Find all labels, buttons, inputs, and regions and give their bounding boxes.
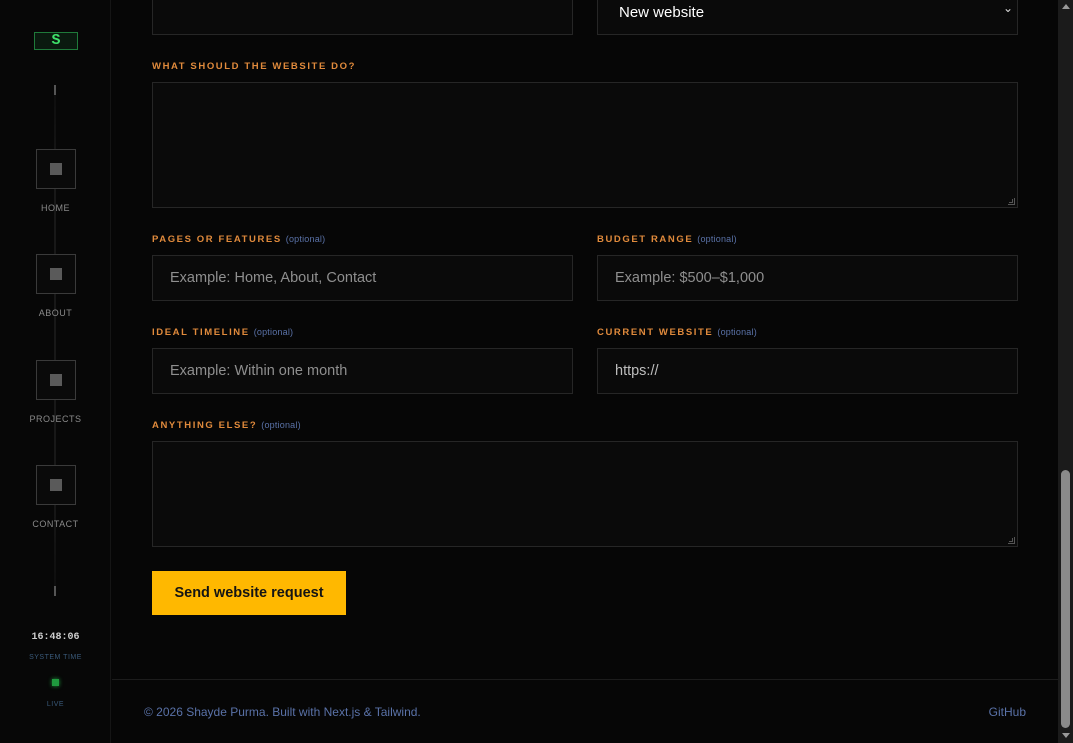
resize-handle-icon[interactable]: [1008, 198, 1015, 205]
budget-label: BUDGET RANGE (optional): [597, 234, 737, 245]
scrollbar[interactable]: [1058, 0, 1073, 743]
anything-else-textarea[interactable]: [152, 441, 1018, 547]
budget-input[interactable]: Example: $500–$1,000: [597, 255, 1018, 301]
live-label: LIVE: [46, 701, 65, 708]
rail-marker-top: [54, 85, 56, 95]
main-content: New website ⌄ WHAT SHOULD THE WEBSITE DO…: [112, 0, 1058, 743]
pages-input[interactable]: Example: Home, About, Contact: [152, 255, 573, 301]
optional-tag: (optional): [717, 327, 757, 337]
nav-item-contact[interactable]: CONTACT: [0, 465, 111, 529]
nav-label-about: ABOUT: [38, 308, 73, 318]
projects-icon: [35, 360, 76, 400]
logo[interactable]: S: [34, 32, 78, 50]
nav-label-home: HOME: [41, 203, 70, 213]
project-type-select[interactable]: New website ⌄: [597, 0, 1018, 35]
timeline-input[interactable]: Example: Within one month: [152, 348, 573, 394]
footer-copyright: © 2026 Shayde Purma. Built with Next.js …: [144, 705, 421, 719]
optional-tag: (optional): [261, 420, 301, 430]
resize-handle-icon[interactable]: [1008, 537, 1015, 544]
current-website-label: CURRENT WEBSITE (optional): [597, 327, 757, 338]
scroll-up-icon[interactable]: [1062, 4, 1070, 9]
rail-marker-bottom: [54, 586, 56, 596]
project-type-value: New website: [619, 4, 705, 21]
contact-icon: [35, 465, 76, 505]
chevron-down-icon: ⌄: [1002, 1, 1013, 15]
nav-item-projects[interactable]: PROJECTS: [0, 360, 111, 424]
send-request-button[interactable]: Send website request: [152, 571, 346, 615]
nav-label-projects: PROJECTS: [29, 414, 82, 424]
nav-label-contact: CONTACT: [32, 519, 79, 529]
live-indicator-icon: [52, 679, 59, 686]
name-input[interactable]: [152, 0, 573, 35]
website-do-textarea[interactable]: [152, 82, 1018, 208]
nav-item-about[interactable]: ABOUT: [0, 254, 111, 318]
optional-tag: (optional): [285, 234, 326, 244]
system-time-label: SYSTEM TIME: [29, 654, 82, 661]
scrollbar-thumb[interactable]: [1061, 470, 1070, 728]
nav-item-home[interactable]: HOME: [0, 149, 111, 213]
system-clock: 16:48:06: [31, 632, 80, 643]
home-icon: [35, 149, 76, 189]
about-icon: [35, 254, 76, 294]
optional-tag: (optional): [253, 327, 294, 337]
website-do-label: WHAT SHOULD THE WEBSITE DO?: [152, 61, 356, 72]
github-link[interactable]: GitHub: [989, 705, 1026, 719]
pages-label: PAGES OR FEATURES (optional): [152, 234, 326, 245]
scroll-down-icon[interactable]: [1062, 733, 1070, 738]
current-website-input[interactable]: https://: [597, 348, 1018, 394]
optional-tag: (optional): [697, 234, 737, 244]
anything-else-label: ANYTHING ELSE? (optional): [152, 420, 301, 431]
footer-divider: [112, 679, 1058, 680]
timeline-label: IDEAL TIMELINE (optional): [152, 327, 294, 338]
sidebar: S HOME ABOUT PROJECTS CONTACT 16:48:06 S…: [0, 0, 111, 743]
